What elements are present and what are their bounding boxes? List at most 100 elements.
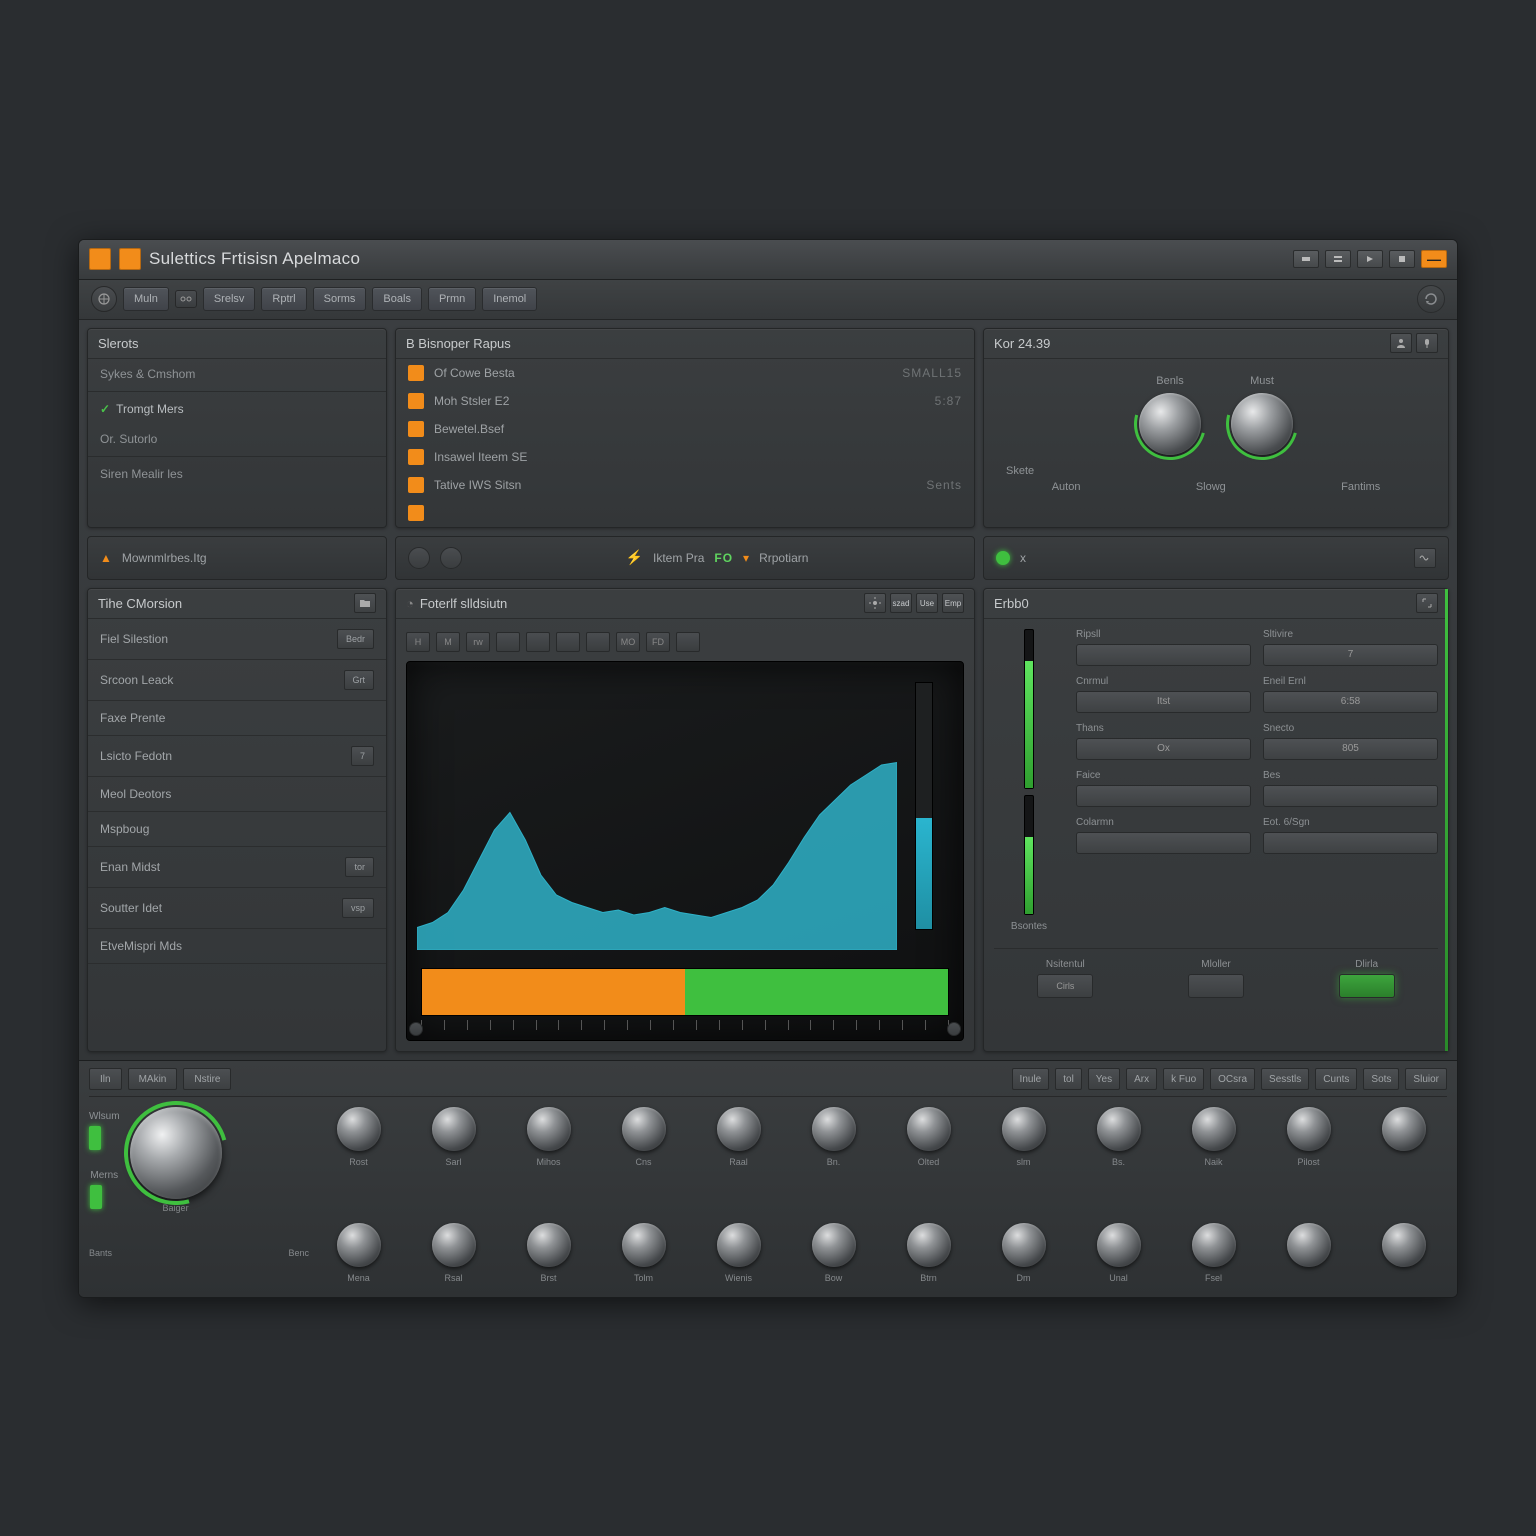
mixer-tab[interactable]: Nstire: [183, 1068, 231, 1090]
channel-knob[interactable]: [432, 1223, 476, 1267]
channel-knob[interactable]: [622, 1107, 666, 1151]
fx-button[interactable]: Ox: [1076, 738, 1251, 760]
visualizer-tool[interactable]: [676, 632, 700, 652]
knob-dial-2[interactable]: [1231, 393, 1293, 455]
toolbar-btn-6[interactable]: Inemol: [482, 287, 537, 311]
channel-knob[interactable]: [1382, 1107, 1426, 1151]
mixer-tab[interactable]: Sots: [1363, 1068, 1399, 1090]
fx-button[interactable]: [1076, 832, 1251, 854]
titlebar-button-1[interactable]: [89, 248, 111, 270]
module-button[interactable]: Grt: [344, 670, 375, 690]
folder-icon[interactable]: [354, 593, 376, 613]
fx-button[interactable]: 7: [1263, 644, 1438, 666]
progress-bar[interactable]: [421, 968, 949, 1016]
toolbar-btn-4[interactable]: Boals: [372, 287, 422, 311]
fx-bottom-button[interactable]: [1339, 974, 1395, 998]
expand-icon[interactable]: [1416, 593, 1438, 613]
mixer-tab[interactable]: Cunts: [1315, 1068, 1357, 1090]
fx-bottom-button[interactable]: Cirls: [1037, 974, 1093, 998]
fx-button[interactable]: 6:58: [1263, 691, 1438, 713]
visualizer-screen[interactable]: [406, 661, 964, 1041]
wave-icon[interactable]: [1414, 548, 1436, 568]
titlebar-action-1[interactable]: [1293, 250, 1319, 268]
mixer-tab[interactable]: MAkin: [128, 1068, 178, 1090]
channel-knob[interactable]: [717, 1107, 761, 1151]
visualizer-tool[interactable]: FD: [646, 632, 670, 652]
visualizer-tool[interactable]: M: [436, 632, 460, 652]
fx-button[interactable]: 805: [1263, 738, 1438, 760]
mic-icon[interactable]: [1416, 333, 1438, 353]
channel-knob[interactable]: [1002, 1223, 1046, 1267]
sidebar-footer[interactable]: Siren Mealir les: [88, 459, 386, 489]
visualizer-tool[interactable]: [586, 632, 610, 652]
knob-dial-1[interactable]: [1139, 393, 1201, 455]
channel-knob[interactable]: [1002, 1107, 1046, 1151]
module-button[interactable]: Bedr: [337, 629, 374, 649]
radio-icon-2[interactable]: [440, 547, 462, 569]
vis-side-1[interactable]: Use: [916, 593, 938, 613]
mixer-tab[interactable]: Inule: [1012, 1068, 1050, 1090]
record-row[interactable]: Tative IWS SitsnSents: [396, 471, 974, 499]
channel-knob[interactable]: [907, 1107, 951, 1151]
mixer-tab[interactable]: Sesstls: [1261, 1068, 1309, 1090]
module-row[interactable]: Mspboug: [88, 812, 386, 847]
record-row[interactable]: Bewetel.Bsef: [396, 415, 974, 443]
mixer-tab[interactable]: Yes: [1088, 1068, 1120, 1090]
toolbar-btn-1[interactable]: Srelsv: [203, 287, 256, 311]
minimize-button[interactable]: —: [1421, 250, 1447, 268]
module-row[interactable]: Srcoon LeackGrt: [88, 660, 386, 701]
module-row[interactable]: Enan Midsttor: [88, 847, 386, 888]
mixer-tab[interactable]: Arx: [1126, 1068, 1157, 1090]
channel-knob[interactable]: [812, 1223, 856, 1267]
refresh-icon[interactable]: [1417, 285, 1445, 313]
module-row[interactable]: Fiel SilestionBedr: [88, 619, 386, 660]
gear-icon[interactable]: [864, 593, 886, 613]
mixer-tab[interactable]: OCsra: [1210, 1068, 1255, 1090]
master-knob[interactable]: [130, 1107, 222, 1199]
channel-knob[interactable]: [337, 1223, 381, 1267]
module-row[interactable]: Meol Deotors: [88, 777, 386, 812]
mixer-tab[interactable]: Sluior: [1405, 1068, 1447, 1090]
channel-knob[interactable]: [1287, 1223, 1331, 1267]
person-icon[interactable]: [1390, 333, 1412, 353]
module-button[interactable]: 7: [351, 746, 374, 766]
fx-bottom-button[interactable]: [1188, 974, 1244, 998]
module-row[interactable]: Lsicto Fedotn7: [88, 736, 386, 777]
channel-knob[interactable]: [1287, 1107, 1331, 1151]
record-row[interactable]: Of Cowe BestaSMALL15: [396, 359, 974, 387]
link-icon[interactable]: [175, 290, 197, 308]
visualizer-tool[interactable]: [526, 632, 550, 652]
channel-knob[interactable]: [812, 1107, 856, 1151]
titlebar-action-3[interactable]: [1357, 250, 1383, 268]
visualizer-tool[interactable]: H: [406, 632, 430, 652]
visualizer-tool[interactable]: MO: [616, 632, 640, 652]
fx-button[interactable]: [1076, 644, 1251, 666]
toolbar-btn-3[interactable]: Sorms: [313, 287, 367, 311]
module-row[interactable]: EtveMispri Mds: [88, 929, 386, 964]
channel-knob[interactable]: [717, 1223, 761, 1267]
channel-knob[interactable]: [1097, 1223, 1141, 1267]
screen-dot-br[interactable]: [947, 1022, 961, 1036]
record-row[interactable]: Moh Stsler E25:87: [396, 387, 974, 415]
fx-button[interactable]: Itst: [1076, 691, 1251, 713]
mixer-tab[interactable]: tol: [1055, 1068, 1082, 1090]
mixer-tab[interactable]: Iln: [89, 1068, 122, 1090]
sidebar-item-0[interactable]: Sykes & Cmshom: [88, 359, 386, 389]
fx-button[interactable]: [1076, 785, 1251, 807]
channel-knob[interactable]: [907, 1223, 951, 1267]
visualizer-tool[interactable]: [556, 632, 580, 652]
fx-button[interactable]: [1263, 785, 1438, 807]
titlebar-action-4[interactable]: [1389, 250, 1415, 268]
channel-knob[interactable]: [337, 1107, 381, 1151]
record-row[interactable]: [396, 499, 974, 527]
channel-knob[interactable]: [1192, 1223, 1236, 1267]
sidebar-item-1[interactable]: ✓Tromgt Mers: [88, 394, 386, 424]
channel-knob[interactable]: [1382, 1223, 1426, 1267]
screen-dot-bl[interactable]: [409, 1022, 423, 1036]
module-row[interactable]: Soutter Idetvsp: [88, 888, 386, 929]
radio-icon-1[interactable]: [408, 547, 430, 569]
vis-side-2[interactable]: Emp: [942, 593, 964, 613]
toolbar-btn-2[interactable]: Rptrl: [261, 287, 306, 311]
toolbar-btn-0[interactable]: Muln: [123, 287, 169, 311]
channel-knob[interactable]: [432, 1107, 476, 1151]
